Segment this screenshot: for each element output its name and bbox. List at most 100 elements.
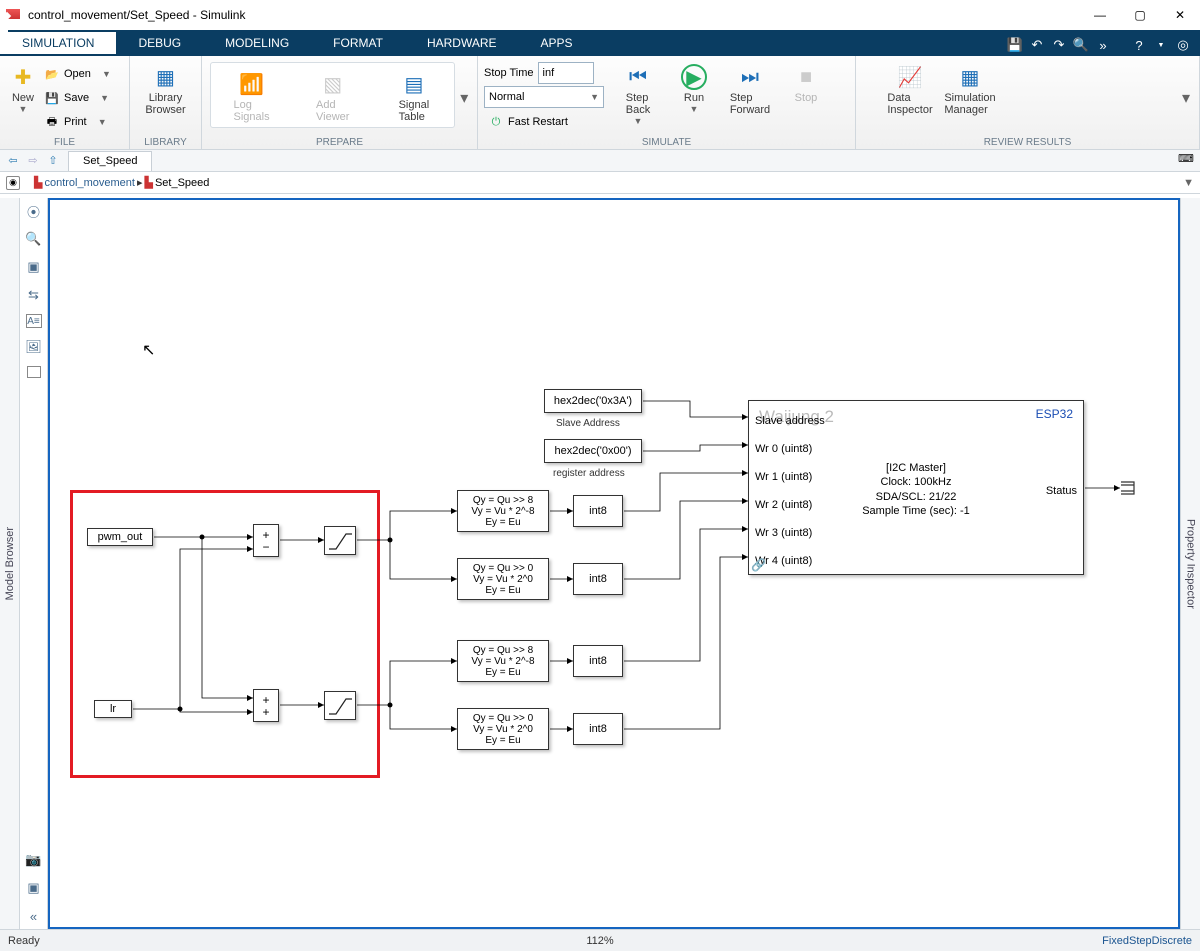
qa-sep	[1116, 36, 1126, 54]
constant-hex00[interactable]: hex2dec('0x00')	[544, 439, 642, 463]
hex00-caption: register address	[553, 468, 625, 479]
library-label: Library Browser	[145, 92, 185, 116]
sum-block-1[interactable]: +−	[253, 524, 279, 557]
keyboard-icon[interactable]: ⌨	[1178, 152, 1196, 170]
add-viewer-button[interactable]: ▧Add Viewer	[305, 67, 361, 123]
sample-time-icon[interactable]: ⇆	[25, 286, 43, 304]
qa-help-dd[interactable]: ▼	[1152, 36, 1170, 54]
model-tab[interactable]: Set_Speed	[68, 151, 152, 171]
simmode-select[interactable]: Normal▼	[484, 86, 604, 108]
simmode-value: Normal	[489, 91, 524, 103]
open-button[interactable]: 📂Open ▼	[40, 62, 115, 86]
stoptime-label: Stop Time	[484, 67, 534, 79]
run-button[interactable]: ▶Run▼	[666, 60, 722, 135]
log-signals-icon: 📶	[239, 71, 265, 97]
qa-redo-icon[interactable]: ↷	[1050, 36, 1068, 54]
shift-block-1[interactable]: Qy = Qu >> 8 Vy = Vu * 2^-8 Ey = Eu	[457, 490, 549, 532]
fit-icon[interactable]: ▣	[25, 258, 43, 276]
shift-block-3[interactable]: Qy = Qu >> 8 Vy = Vu * 2^-8 Ey = Eu	[457, 640, 549, 682]
print-button[interactable]: 🖶Print ▼	[40, 110, 115, 134]
shift-block-4[interactable]: Qy = Qu >> 0 Vy = Vu * 2^0 Ey = Eu	[457, 708, 549, 750]
status-solver[interactable]: FixedStepDiscrete	[1102, 935, 1192, 947]
terminator-block[interactable]	[1120, 481, 1138, 495]
i2c-port-slave: Slave address	[755, 415, 825, 427]
log-signals-button[interactable]: 📶Log Signals	[224, 67, 280, 123]
screenshot-icon[interactable]: 📷	[25, 851, 43, 869]
scope-icon[interactable]: ◉	[6, 176, 20, 190]
log-signals-label: Log Signals	[234, 99, 270, 123]
signal-table-button[interactable]: ▤Signal Table	[386, 67, 442, 123]
hide-toolbar-icon[interactable]: ⦿	[25, 202, 43, 220]
print-icon: 🖶	[44, 114, 60, 130]
sum-block-2[interactable]: ++	[253, 689, 279, 722]
crumb-current[interactable]: Set_Speed	[155, 177, 209, 189]
constant-hex00-label: hex2dec('0x00')	[555, 445, 632, 457]
signal-table-icon: ▤	[401, 71, 427, 97]
zoom-icon[interactable]: 🔍	[25, 230, 43, 248]
saturation-block-2[interactable]	[324, 691, 356, 720]
qa-target-icon[interactable]: ◎	[1174, 36, 1192, 54]
status-ready: Ready	[8, 935, 40, 947]
file-section-label: FILE	[0, 137, 129, 148]
dtc-block-4[interactable]: int8	[573, 713, 623, 745]
ribbon-tabs: SIMULATION DEBUG MODELING FORMAT HARDWAR…	[0, 30, 1200, 54]
stop-button[interactable]: ■Stop	[778, 60, 834, 135]
tab-format[interactable]: FORMAT	[311, 32, 405, 54]
shift-block-2[interactable]: Qy = Qu >> 0 Vy = Vu * 2^0 Ey = Eu	[457, 558, 549, 600]
close-button[interactable]: ✕	[1160, 1, 1200, 29]
status-zoom[interactable]: 112%	[586, 935, 613, 947]
dtc-block-1[interactable]: int8	[573, 495, 623, 527]
library-browser-button[interactable]: ▦ Library Browser	[138, 60, 194, 135]
data-inspector-button[interactable]: 📈Data Inspector	[882, 60, 938, 135]
constant-hex3a[interactable]: hex2dec('0x3A')	[544, 389, 642, 413]
tab-simulation[interactable]: SIMULATION	[0, 32, 116, 54]
new-button[interactable]: ✚ New ▼	[6, 60, 40, 135]
sim-manager-icon: ▦	[957, 64, 983, 90]
inport-lr[interactable]: lr	[94, 700, 132, 718]
dtc-block-3[interactable]: int8	[573, 645, 623, 677]
prepare-expand[interactable]: ▾	[457, 60, 471, 135]
minimize-button[interactable]: —	[1080, 1, 1120, 29]
step-forward-button[interactable]: ⏭Step Forward	[722, 60, 778, 135]
dtc-block-2[interactable]: int8	[573, 563, 623, 595]
i2c-master-block[interactable]: Waijung 2 ESP32 [I2C Master] Clock: 100k…	[748, 400, 1084, 575]
stoptime-input[interactable]: inf	[538, 62, 594, 84]
qa-help-icon[interactable]: ?	[1130, 36, 1148, 54]
sim-manager-button[interactable]: ▦Simulation Manager	[942, 60, 998, 135]
saturation-block-1[interactable]	[324, 526, 356, 555]
tab-apps[interactable]: APPS	[519, 32, 595, 54]
property-inspector-label: Property Inspector	[1185, 519, 1197, 609]
tab-hardware[interactable]: HARDWARE	[405, 32, 519, 54]
model-canvas[interactable]: pwm_out lr +− ++ hex2dec('0x3A') Slave A…	[48, 198, 1180, 929]
qa-search-icon[interactable]: 🔍	[1072, 36, 1090, 54]
qa-more-icon[interactable]: »	[1094, 36, 1112, 54]
nav-forward[interactable]: ⇨	[24, 152, 42, 170]
sum2-signs: ++	[262, 694, 269, 718]
image-icon[interactable]: 🖼	[25, 338, 43, 356]
crumb-root[interactable]: control_movement	[44, 177, 135, 189]
annotation-icon[interactable]: A≡	[26, 314, 42, 328]
nav-up[interactable]: ⇧	[44, 152, 62, 170]
qa-save-icon[interactable]: 💾	[1006, 36, 1024, 54]
collapse-icon[interactable]: «	[25, 907, 43, 925]
maximize-button[interactable]: ▢	[1120, 1, 1160, 29]
inport-pwm-out[interactable]: pwm_out	[87, 528, 153, 546]
area-icon[interactable]	[27, 366, 41, 378]
qa-undo-icon[interactable]: ↶	[1028, 36, 1046, 54]
stop-label: Stop	[795, 92, 818, 104]
hex3a-caption: Slave Address	[556, 418, 620, 429]
tab-modeling[interactable]: MODELING	[203, 32, 311, 54]
review-expand[interactable]: ▾	[1179, 60, 1193, 135]
model-browser-panel[interactable]: Model Browser	[0, 198, 20, 929]
nav-back[interactable]: ⇦	[4, 152, 22, 170]
open-icon: 📂	[44, 66, 60, 82]
property-inspector-panel[interactable]: Property Inspector	[1180, 198, 1200, 929]
tab-debug[interactable]: DEBUG	[116, 32, 203, 54]
status-bar: Ready 112% FixedStepDiscrete	[0, 929, 1200, 951]
record-icon[interactable]: ▣	[25, 879, 43, 897]
save-button[interactable]: 💾Save ▼	[40, 86, 115, 110]
prepare-section-label: PREPARE	[202, 137, 477, 148]
step-back-button[interactable]: ⏮Step Back▼	[610, 60, 666, 135]
fast-restart-button[interactable]: ⏻Fast Restart	[484, 110, 604, 134]
crumb-dd[interactable]: ▼	[1183, 177, 1194, 189]
